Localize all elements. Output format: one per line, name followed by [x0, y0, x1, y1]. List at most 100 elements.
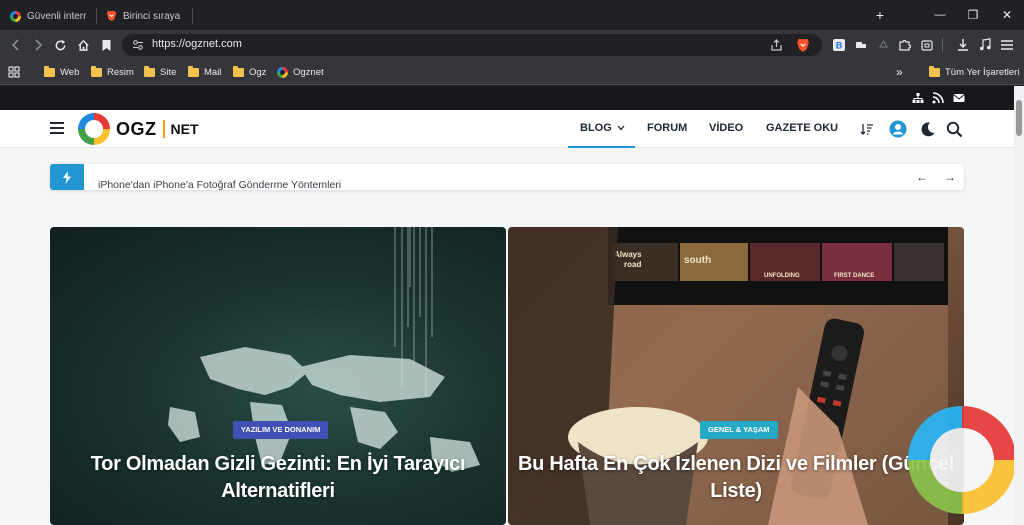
more-bookmarks-button[interactable]: »: [896, 65, 903, 79]
search-icon[interactable]: [944, 119, 964, 139]
active-menu-indicator: [568, 146, 635, 148]
folder-icon: [929, 65, 940, 77]
toolbar-divider: [942, 38, 943, 52]
url-text: https://ogznet.com: [152, 38, 242, 50]
folder-icon: [233, 65, 244, 77]
featured-post-card[interactable]: YAZILIM VE DONANIM Tor Olmadan Gizli Gez…: [50, 227, 506, 525]
folder-icon: [44, 65, 55, 77]
new-tab-button[interactable]: +: [871, 6, 889, 24]
home-icon[interactable]: [75, 37, 91, 53]
extension-b-icon[interactable]: B: [830, 36, 848, 54]
menu-item-gazete-oku[interactable]: GAZETE OKU: [766, 122, 838, 134]
bookmark-label: Tüm Yer İşaretleri: [945, 66, 1020, 78]
ticker-prev-button[interactable]: ←: [914, 169, 930, 185]
menu-item-blog[interactable]: BLOG: [580, 122, 625, 134]
side-menu-icon[interactable]: [50, 122, 64, 134]
back-icon[interactable]: [8, 37, 24, 53]
menu-label: BLOG: [580, 122, 612, 134]
navigation-bar: https://ogznet.com B 12: [0, 30, 1024, 81]
mail-icon[interactable]: [953, 92, 965, 104]
bookmark-icon[interactable]: [98, 37, 114, 53]
brave-shields-icon[interactable]: [794, 36, 812, 54]
bookmark-label: Ogz: [249, 66, 267, 78]
ogz-site-icon: [277, 66, 288, 78]
dark-mode-moon-icon[interactable]: [917, 119, 937, 139]
sitemap-icon[interactable]: [912, 92, 924, 104]
site-logo[interactable]: OGZ NET: [78, 113, 199, 145]
bookmarks-bar: Web Resim Site Mail Ogz Ogznet » Tüm Yer…: [0, 60, 1024, 85]
download-icon[interactable]: [954, 36, 972, 54]
apps-grid-icon[interactable]: [8, 65, 20, 79]
flash-bolt-icon: [50, 164, 84, 190]
all-bookmarks-folder[interactable]: Tüm Yer İşaretleri: [929, 65, 1019, 79]
bookmark-folder-site[interactable]: Site: [144, 65, 176, 79]
extensions-puzzle-icon[interactable]: [896, 36, 914, 54]
media-music-icon[interactable]: [976, 36, 994, 54]
tab-brave[interactable]: Birinci sıraya s: [98, 4, 190, 28]
web-page: OGZ NET BLOG FORUM VİDEO GAZETE OKU iPho…: [0, 86, 1014, 525]
bookmark-folder-mail[interactable]: Mail: [188, 65, 221, 79]
category-badge[interactable]: GENEL & YAŞAM: [700, 421, 778, 439]
bookmark-ogznet[interactable]: Ogznet: [277, 65, 324, 79]
svg-text:B: B: [836, 41, 843, 51]
reload-icon[interactable]: [52, 37, 68, 53]
folder-icon: [91, 65, 102, 77]
tab-divider: [96, 8, 97, 24]
featured-post-card[interactable]: Always road south UNFOLDING FIRST DANCE …: [508, 227, 964, 525]
tv-tile-label: road: [624, 260, 641, 269]
bookmark-label: Resim: [107, 66, 134, 78]
page-scrollbar[interactable]: [1014, 86, 1024, 525]
bookmark-label: Site: [160, 66, 177, 78]
wallet-icon[interactable]: [918, 36, 936, 54]
menu-item-video[interactable]: VİDEO: [709, 122, 743, 134]
tv-tile-label: Always: [614, 250, 642, 259]
ogz-site-icon: [10, 10, 21, 22]
forward-icon[interactable]: [30, 37, 46, 53]
post-title[interactable]: Bu Hafta En Çok İzlenen Dizi ve Filmler …: [518, 451, 954, 505]
news-ticker: iPhone'dan iPhone'a Fotoğraf Gönderme Yö…: [50, 164, 964, 190]
folder-icon: [144, 65, 155, 77]
user-account-icon[interactable]: [888, 119, 908, 139]
site-header: OGZ NET BLOG FORUM VİDEO GAZETE OKU: [0, 110, 1014, 148]
logo-suffix: NET: [170, 121, 199, 137]
ticker-previous-headline: [98, 164, 101, 170]
bookmark-label: Web: [60, 66, 80, 78]
bookmark-folder-resim[interactable]: Resim: [91, 65, 134, 79]
logo-ring-icon: [78, 113, 110, 145]
site-topbar: [0, 86, 1014, 110]
site-settings-icon[interactable]: [132, 39, 144, 51]
tab-strip: Güvenli interne Birinci sıraya s + — ❐ ✕: [0, 0, 1024, 30]
close-window-button[interactable]: ✕: [998, 6, 1016, 24]
bookmark-label: Ogznet: [293, 66, 324, 78]
ticker-headline[interactable]: iPhone'dan iPhone'a Fotoğraf Gönderme Yö…: [98, 179, 341, 190]
tab-ogznet[interactable]: Güvenli interne: [2, 4, 94, 28]
recycle-icon[interactable]: [874, 36, 892, 54]
tab-title: Güvenli interne: [27, 10, 86, 22]
folder-icon: [188, 65, 199, 77]
tv-tile-label: FIRST DANCE: [834, 273, 874, 279]
tab-divider: [192, 8, 193, 24]
bookmark-label: Mail: [204, 66, 222, 78]
bookmark-folder-ogz[interactable]: Ogz: [233, 65, 266, 79]
share-icon[interactable]: [767, 36, 785, 54]
restore-button[interactable]: ❐: [964, 6, 982, 24]
rss-icon[interactable]: [932, 92, 944, 104]
tab-title: Birinci sıraya s: [123, 10, 182, 22]
tv-tile-label: south: [684, 255, 711, 266]
logo-brand: OGZ: [116, 118, 157, 139]
extension-counter-icon[interactable]: [852, 36, 870, 54]
bookmark-folder-web[interactable]: Web: [44, 65, 79, 79]
logo-divider: [162, 120, 165, 138]
ticker-next-button[interactable]: →: [942, 169, 958, 185]
chevron-down-icon: [617, 125, 625, 131]
address-bar[interactable]: https://ogznet.com: [122, 34, 822, 56]
category-badge[interactable]: YAZILIM VE DONANIM: [233, 421, 329, 439]
post-title[interactable]: Tor Olmadan Gizli Gezinti: En İyi Tarayı…: [70, 451, 486, 505]
menu-item-forum[interactable]: FORUM: [647, 122, 687, 134]
scrollbar-thumb[interactable]: [1016, 100, 1022, 136]
minimize-button[interactable]: —: [931, 6, 949, 24]
floating-logo-icon: [908, 406, 1014, 514]
brave-lion-icon: [106, 10, 117, 22]
sort-icon[interactable]: [857, 119, 877, 139]
menu-hamburger-icon[interactable]: [998, 36, 1016, 54]
